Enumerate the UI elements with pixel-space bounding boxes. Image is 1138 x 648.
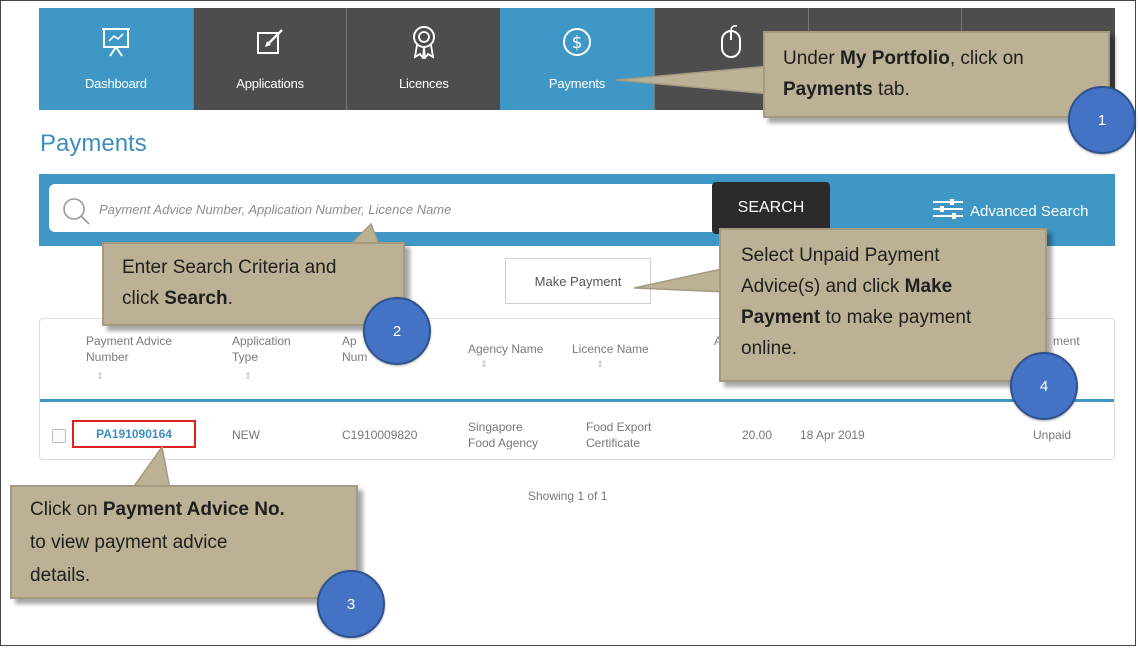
- callout-2-line-2: click Search.: [122, 283, 403, 314]
- callout-1-pointer: [615, 65, 771, 95]
- tab-licences-label: Licences: [398, 76, 449, 91]
- callout-3-line-2: to view payment advice: [30, 532, 228, 553]
- header-text: Payment Advice: [86, 334, 173, 348]
- header-text: Agency Name: [468, 342, 544, 356]
- step-badge-4: 4: [1010, 352, 1078, 420]
- callout-bold-text: Payment: [741, 307, 821, 328]
- cell-agency-name: Singapore Food Agency: [468, 419, 538, 451]
- callout-text: click: [122, 288, 165, 309]
- edit-icon: [250, 22, 290, 62]
- callout-1-line-1: Under My Portfolio, click on: [783, 43, 1108, 74]
- callout-text: to make payment: [820, 307, 972, 328]
- callout-text: .: [227, 288, 233, 309]
- callout-bold-text: Payment Advice No.: [102, 499, 285, 520]
- ribbon-icon: [404, 22, 444, 62]
- cell-text: Singapore: [468, 420, 523, 434]
- header-agency-name[interactable]: Agency Name: [468, 341, 543, 357]
- callout-1-line-2: Payments tab.: [783, 74, 1108, 105]
- tab-payments-label: Payments: [548, 76, 606, 91]
- header-text: ment: [1053, 334, 1080, 348]
- cell-application-number: C1910009820: [342, 428, 418, 442]
- advanced-search-label: Advanced Search: [970, 202, 1089, 220]
- callout-bold-text: Search: [164, 288, 228, 309]
- cell-status: Unpaid: [1033, 428, 1072, 442]
- mouse-icon: [711, 22, 751, 62]
- sliders-icon: [932, 198, 970, 224]
- search-button[interactable]: SEARCH: [712, 182, 830, 234]
- header-licence-name[interactable]: Licence Name: [572, 341, 649, 357]
- header-text: Num: [342, 350, 368, 364]
- step-badge-3: 3: [317, 570, 385, 638]
- payment-advice-link[interactable]: PA191090164: [72, 420, 196, 448]
- step-badge-1: 1: [1068, 86, 1136, 154]
- advanced-search-link[interactable]: Advanced Search: [932, 198, 1088, 224]
- search-field: [49, 184, 749, 232]
- callout-2: Enter Search Criteria and click Search.: [102, 242, 405, 326]
- tab-applications-label: Applications: [236, 76, 304, 91]
- presentation-icon: [96, 22, 136, 62]
- sort-icon[interactable]: ⇕: [96, 371, 104, 382]
- tab-applications[interactable]: Applications: [192, 8, 347, 110]
- search-input[interactable]: [97, 190, 741, 228]
- cell-text: Certificate: [586, 436, 641, 450]
- callout-1: Under My Portfolio, click on Payments ta…: [763, 31, 1110, 118]
- page-title: Payments: [40, 130, 147, 157]
- tab-licences[interactable]: Licences: [346, 8, 501, 110]
- callout-text: Advice(s) and click: [741, 276, 905, 297]
- pagination-summary: Showing 1 of 1: [528, 489, 608, 503]
- tab-dashboard-label: Dashboard: [84, 76, 147, 91]
- svg-text:$: $: [572, 33, 583, 53]
- header-text: Number: [86, 350, 129, 364]
- cell-licence-name: Food Export Certificate: [586, 419, 651, 451]
- callout-3-line-3: details.: [30, 565, 91, 586]
- header-payment-advice-number[interactable]: Payment Advice Number: [86, 333, 172, 365]
- cell-text: Food Export: [586, 420, 652, 434]
- search-icon: [61, 196, 91, 231]
- cell-application-type: NEW: [232, 428, 260, 442]
- callout-bold-text: Make: [904, 276, 953, 297]
- header-text: Application: [232, 334, 291, 348]
- step-badge-2: 2: [363, 297, 431, 365]
- dollar-icon: $: [557, 22, 597, 62]
- callout-4-line-1: Select Unpaid Payment: [741, 245, 940, 266]
- callout-bold-text: Payments: [783, 79, 873, 100]
- callout-text: tab.: [872, 79, 910, 100]
- header-text: Licence Name: [572, 342, 649, 356]
- tab-dashboard[interactable]: Dashboard: [39, 8, 193, 110]
- callout-4-line-4: online.: [741, 338, 797, 359]
- callout-2-line-1: Enter Search Criteria and: [122, 257, 337, 278]
- callout-4-pointer: [633, 267, 727, 293]
- callout-4-line-2: Advice(s) and click Make: [741, 271, 1045, 302]
- sort-icon[interactable]: ⇕: [244, 371, 252, 382]
- table-divider: [40, 399, 1114, 402]
- cell-amount: 20.00: [742, 428, 773, 442]
- sort-icon[interactable]: ⇕: [480, 359, 488, 370]
- header-application-type[interactable]: Application Type: [232, 333, 291, 365]
- sort-icon[interactable]: ⇕: [596, 359, 604, 370]
- header-payment-status[interactable]: ment: [1053, 333, 1080, 349]
- row-checkbox[interactable]: [52, 429, 66, 443]
- callout-3-line-1: Click on Payment Advice No.: [30, 493, 356, 526]
- callout-bold-text: My Portfolio: [840, 48, 950, 69]
- callout-4: Select Unpaid Payment Advice(s) and clic…: [719, 228, 1047, 382]
- cell-text: Food Agency: [468, 436, 539, 450]
- callout-text: , click on: [949, 48, 1024, 69]
- callout-4-line-3: Payment to make payment: [741, 302, 1045, 333]
- header-text: Type: [232, 350, 259, 364]
- callout-3: Click on Payment Advice No. to view paym…: [10, 485, 358, 599]
- callout-text: Click on: [30, 499, 103, 520]
- cell-date: 18 Apr 2019: [800, 428, 865, 442]
- callout-text: Under: [783, 48, 841, 69]
